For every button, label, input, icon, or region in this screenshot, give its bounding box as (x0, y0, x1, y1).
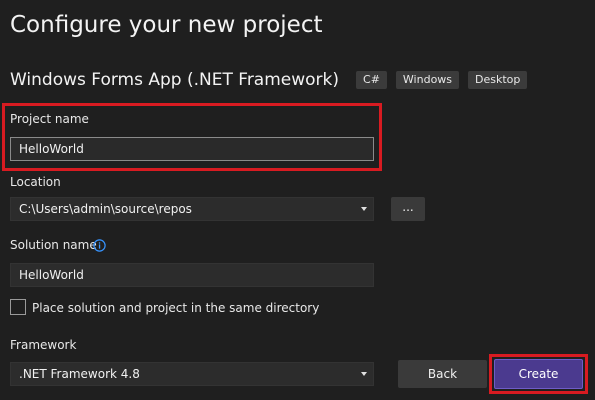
chevron-down-icon (361, 372, 367, 376)
framework-value: .NET Framework 4.8 (19, 367, 140, 381)
info-icon[interactable] (93, 239, 106, 252)
project-name-label: Project name (10, 112, 89, 126)
tag-project-type: Desktop (468, 71, 528, 89)
location-label: Location (10, 175, 61, 189)
template-row: Windows Forms App (.NET Framework) C# Wi… (10, 68, 536, 92)
framework-label: Framework (10, 338, 77, 352)
project-name-input[interactable]: HelloWorld (10, 137, 374, 161)
same-directory-checkbox[interactable] (10, 299, 26, 315)
location-value: C:\Users\admin\source\repos (19, 202, 192, 216)
chevron-down-icon (361, 207, 367, 211)
location-dropdown[interactable]: C:\Users\admin\source\repos (10, 197, 374, 221)
solution-name-label: Solution name (10, 238, 97, 252)
solution-name-input[interactable]: HelloWorld (10, 263, 374, 287)
template-name: Windows Forms App (.NET Framework) (10, 70, 340, 90)
tag-platform: Windows (395, 71, 460, 89)
create-button[interactable]: Create (494, 359, 583, 389)
tag-language: C# (356, 71, 387, 89)
same-directory-label[interactable]: Place solution and project in the same d… (32, 301, 319, 315)
framework-dropdown[interactable]: .NET Framework 4.8 (10, 362, 374, 386)
browse-button[interactable]: ... (391, 197, 425, 221)
back-button[interactable]: Back (398, 360, 487, 388)
page-title: Configure your new project (10, 12, 323, 38)
